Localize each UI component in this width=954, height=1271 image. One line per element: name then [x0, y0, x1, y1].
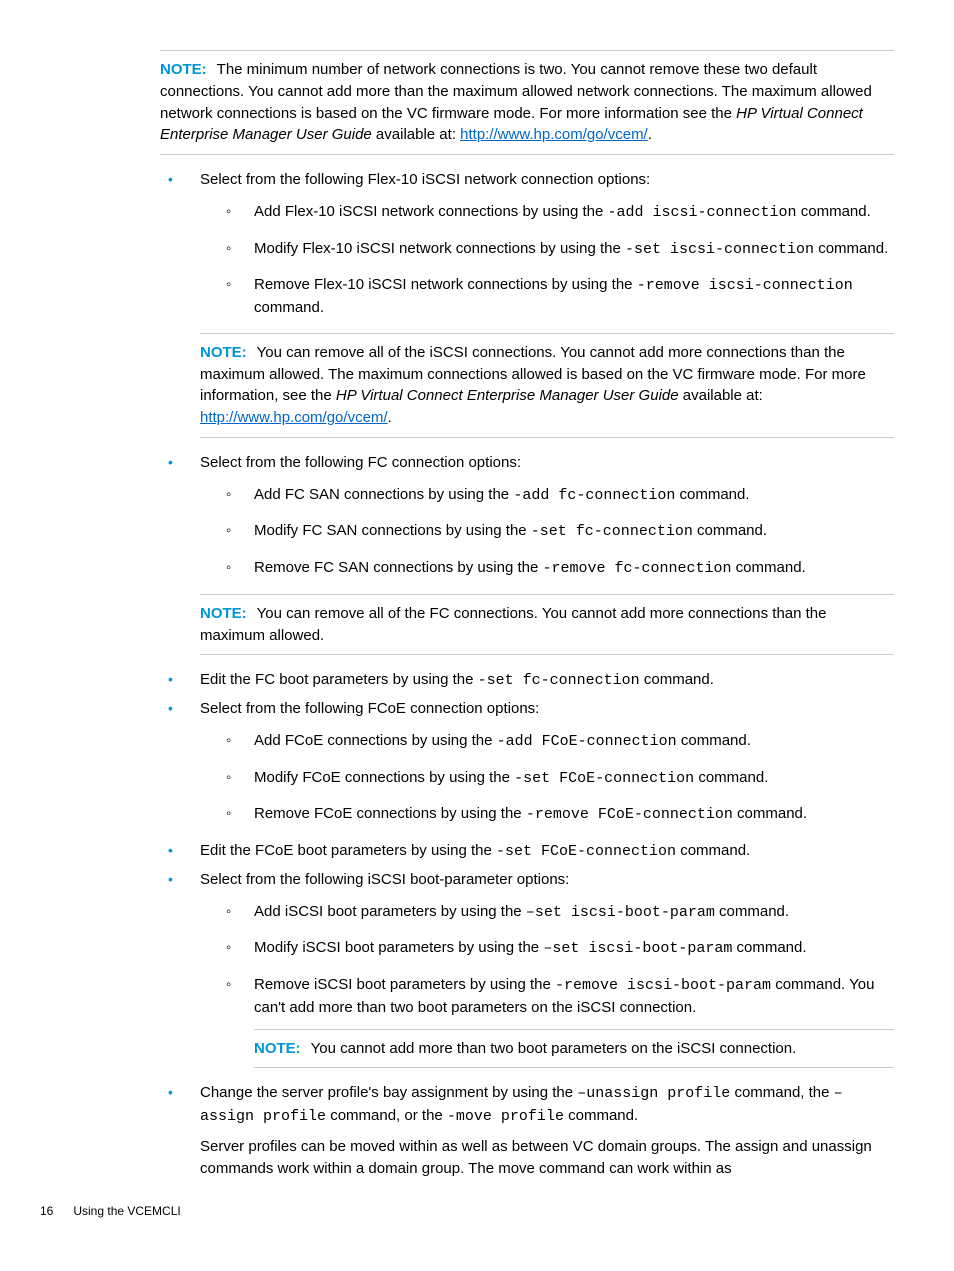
list-item: Remove Flex-10 iSCSI network connections… — [200, 274, 894, 319]
item-pre: Edit the FC boot parameters by using the — [200, 671, 478, 688]
list-item: Modify iSCSI boot parameters by using th… — [200, 937, 894, 960]
item-code: –set iscsi-boot-param — [543, 940, 732, 957]
item-code: -set fc-connection — [478, 672, 640, 689]
item-code: -remove fc-connection — [542, 560, 731, 577]
note-body: You cannot add more than two boot parame… — [311, 1040, 797, 1057]
list-item: Edit the FCoE boot parameters by using t… — [160, 840, 894, 863]
note-label: NOTE: — [254, 1040, 301, 1057]
item-pre: Modify FC SAN connections by using the — [254, 522, 531, 539]
footer-title: Using the VCEMCLI — [73, 1204, 180, 1218]
list-item: Remove iSCSI boot parameters by using th… — [200, 974, 894, 1068]
list-item: Add FCoE connections by using the -add F… — [200, 730, 894, 753]
inner-list: Add iSCSI boot parameters by using the –… — [200, 901, 894, 1069]
item-pre: Add Flex-10 iSCSI network connections by… — [254, 203, 608, 220]
item-post: command. — [732, 559, 806, 576]
note-after: available at: — [372, 126, 460, 143]
list-item: Modify Flex-10 iSCSI network connections… — [200, 238, 894, 261]
list-item: Modify FC SAN connections by using the -… — [200, 520, 894, 543]
list-item: Select from the following iSCSI boot-par… — [160, 869, 894, 1069]
list-item: Edit the FC boot parameters by using the… — [160, 669, 894, 692]
item-pre: Remove Flex-10 iSCSI network connections… — [254, 276, 637, 293]
item-code: -remove iscsi-boot-param — [555, 977, 771, 994]
list-item: Add Flex-10 iSCSI network connections by… — [200, 201, 894, 224]
list-item: Select from the following FC connection … — [160, 452, 894, 656]
item-pre: Modify FCoE connections by using the — [254, 769, 514, 786]
note-label: NOTE: — [160, 61, 207, 78]
item-code: -remove FCoE-connection — [526, 806, 733, 823]
list-item: Modify FCoE connections by using the -se… — [200, 767, 894, 790]
note-tail: . — [388, 409, 392, 426]
page-footer: 16 Using the VCEMCLI — [40, 1203, 894, 1220]
lead-text: Select from the following FC connection … — [200, 454, 521, 471]
inner-list: Add FCoE connections by using the -add F… — [200, 730, 894, 826]
item-post: command. — [675, 486, 749, 503]
list-item: Change the server profile's bay assignme… — [160, 1082, 894, 1179]
item-post: command. — [676, 842, 750, 859]
page-content: NOTE:The minimum number of network conne… — [160, 50, 894, 1179]
item-code: –set iscsi-boot-param — [526, 904, 715, 921]
item-code: –unassign profile — [577, 1085, 730, 1102]
item-pre: Remove iSCSI boot parameters by using th… — [254, 976, 555, 993]
page-number: 16 — [40, 1203, 70, 1220]
note-label: NOTE: — [200, 344, 247, 361]
para: Server profiles can be moved within as w… — [200, 1136, 894, 1180]
item-post: command. — [694, 769, 768, 786]
item-post: command. — [797, 203, 871, 220]
list-item: Select from the following Flex-10 iSCSI … — [160, 169, 894, 438]
item-post: command. — [732, 939, 806, 956]
item-pre: Remove FCoE connections by using the — [254, 805, 526, 822]
item-code: -add fc-connection — [513, 487, 675, 504]
note-body: You can remove all of the FC connections… — [200, 605, 827, 644]
item-code: -move profile — [447, 1108, 564, 1125]
item-pre: Add FC SAN connections by using the — [254, 486, 513, 503]
inner-list: Add Flex-10 iSCSI network connections by… — [200, 201, 894, 319]
item-pre: Modify iSCSI boot parameters by using th… — [254, 939, 543, 956]
item-post: command. — [814, 240, 888, 257]
item-pre: Add FCoE connections by using the — [254, 732, 497, 749]
inner-list: Add FC SAN connections by using the -add… — [200, 484, 894, 580]
item-code: -set FCoE-connection — [496, 843, 676, 860]
item-post: command. — [564, 1107, 638, 1124]
note-box-3: NOTE:You can remove all of the FC connec… — [200, 594, 894, 656]
note-label: NOTE: — [200, 605, 247, 622]
note-link[interactable]: http://www.hp.com/go/vcem/ — [460, 126, 648, 143]
note-italic: HP Virtual Connect Enterprise Manager Us… — [336, 387, 679, 404]
item-code: -set iscsi-connection — [625, 241, 814, 258]
item-code: -remove iscsi-connection — [637, 277, 853, 294]
note-after: available at: — [679, 387, 763, 404]
list-item: Remove FC SAN connections by using the -… — [200, 557, 894, 580]
item-code: -set FCoE-connection — [514, 770, 694, 787]
list-item: Select from the following FCoE connectio… — [160, 698, 894, 826]
item-post: command. — [733, 805, 807, 822]
note-box-1: NOTE:The minimum number of network conne… — [160, 50, 894, 155]
outer-list: Select from the following Flex-10 iSCSI … — [160, 169, 894, 1179]
lead-text: Select from the following iSCSI boot-par… — [200, 871, 569, 888]
item-code: -set fc-connection — [531, 523, 693, 540]
note-box-2: NOTE:You can remove all of the iSCSI con… — [200, 333, 894, 438]
item-pre: Edit the FCoE boot parameters by using t… — [200, 842, 496, 859]
item-post: command. — [693, 522, 767, 539]
list-item: Add iSCSI boot parameters by using the –… — [200, 901, 894, 924]
item-mid: command, or the — [326, 1107, 447, 1124]
note-box-4: NOTE: You cannot add more than two boot p… — [254, 1029, 894, 1069]
item-post: command. — [677, 732, 751, 749]
item-code: -add FCoE-connection — [497, 733, 677, 750]
item-pre: Modify Flex-10 iSCSI network connections… — [254, 240, 625, 257]
item-pre: Add iSCSI boot parameters by using the — [254, 903, 526, 920]
item-pre: Remove FC SAN connections by using the — [254, 559, 542, 576]
note-tail: . — [648, 126, 652, 143]
lead-text: Select from the following FCoE connectio… — [200, 700, 539, 717]
item-code: -add iscsi-connection — [608, 204, 797, 221]
lead-text: Select from the following Flex-10 iSCSI … — [200, 171, 650, 188]
item-mid: command, the — [730, 1084, 833, 1101]
item-pre: Change the server profile's bay assignme… — [200, 1084, 577, 1101]
item-post: command. — [254, 299, 324, 316]
note-link[interactable]: http://www.hp.com/go/vcem/ — [200, 409, 388, 426]
item-post: command. — [715, 903, 789, 920]
list-item: Add FC SAN connections by using the -add… — [200, 484, 894, 507]
list-item: Remove FCoE connections by using the -re… — [200, 803, 894, 826]
item-post: command. — [640, 671, 714, 688]
